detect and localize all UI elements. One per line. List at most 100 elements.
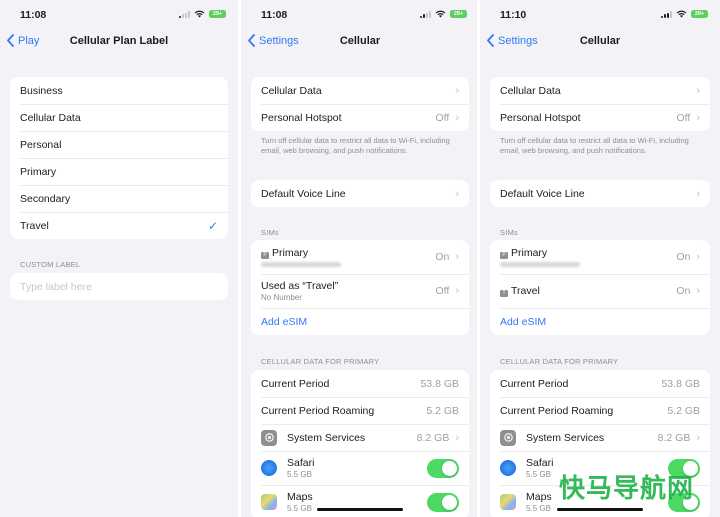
home-indicator[interactable]: [317, 508, 403, 511]
sim-status: On: [676, 251, 691, 263]
back-label: Play: [18, 34, 40, 47]
maps-icon: [500, 494, 516, 510]
chevron-right-icon: ›: [455, 187, 459, 200]
row-label: Cellular Data: [261, 84, 322, 97]
sim-status: On: [435, 251, 450, 263]
row-label: Default Voice Line: [261, 187, 346, 200]
sim-status: On: [676, 285, 691, 297]
current-period-roaming-row: Current Period Roaming 5.2 GB: [251, 397, 469, 424]
system-services-row[interactable]: System Services 8.2 GB ›: [490, 424, 710, 451]
label-option-travel[interactable]: Travel ✓: [10, 212, 228, 239]
cellular-data-row[interactable]: Cellular Data ›: [251, 77, 469, 104]
status-time: 11:08: [20, 9, 47, 21]
row-label: Current Period Roaming: [500, 404, 614, 417]
current-period-roaming-row: Current Period Roaming 5.2 GB: [490, 397, 710, 424]
cellular-top-group: Cellular Data › Personal Hotspot Off ›: [490, 77, 710, 131]
add-esim-button[interactable]: Add eSIM: [490, 308, 710, 335]
add-esim-button[interactable]: Add eSIM: [251, 308, 469, 335]
add-esim-label: Add eSIM: [261, 315, 308, 328]
system-services-row[interactable]: System Services 8.2 GB ›: [251, 424, 469, 451]
cellular-top-group: Cellular Data › Personal Hotspot Off ›: [251, 77, 469, 131]
app-name: Maps: [526, 491, 552, 503]
custom-label-input[interactable]: Type label here: [10, 273, 228, 300]
watermark: 快马导航网: [558, 474, 694, 504]
chevron-right-icon: ›: [696, 431, 700, 444]
default-voice-line-row[interactable]: Default Voice Line ›: [490, 180, 710, 207]
label-option-secondary[interactable]: Secondary: [10, 185, 228, 212]
sims-header: SIMs: [261, 228, 279, 237]
label-option-text: Primary: [20, 165, 57, 178]
status-bar: 11:08 29+: [0, 0, 238, 30]
sim-label: Primary: [272, 247, 309, 259]
chevron-right-icon: ›: [455, 84, 459, 97]
home-indicator[interactable]: [557, 508, 643, 511]
chevron-right-icon: ›: [696, 111, 700, 124]
row-label: Personal Hotspot: [500, 111, 581, 124]
row-value: Off: [676, 111, 691, 124]
chevron-right-icon: ›: [455, 251, 459, 263]
safari-cellular-toggle[interactable]: [427, 458, 459, 478]
chevron-left-icon: [487, 34, 494, 47]
status-bar: 11:10 29+: [480, 0, 720, 30]
chevron-right-icon: ›: [696, 251, 700, 263]
cellular-data-header: CELLULAR DATA FOR PRIMARY: [261, 357, 380, 366]
row-label: Personal Hotspot: [261, 111, 342, 124]
row-label: Current Period Roaming: [261, 404, 375, 417]
sim-label: Primary: [511, 247, 548, 259]
row-value: 53.8 GB: [661, 377, 700, 390]
label-option-personal[interactable]: Personal: [10, 131, 228, 158]
app-usage: 5.5 GB: [287, 470, 312, 479]
nav-bar: Play Cellular Plan Label: [0, 32, 238, 52]
chevron-right-icon: ›: [455, 285, 459, 297]
screen-cellular-before: 11:08 29+ Settings Cellular Cellular Dat…: [241, 0, 479, 517]
back-button[interactable]: Settings: [247, 34, 299, 47]
default-voice-line-row[interactable]: Default Voice Line ›: [251, 180, 469, 207]
chevron-right-icon: ›: [696, 84, 700, 97]
sim-row-travel[interactable]: Used as “Travel” No Number Off ›: [251, 274, 469, 308]
sim-row-travel[interactable]: T Travel On ›: [490, 274, 710, 308]
back-button[interactable]: Play: [6, 34, 39, 47]
battery-icon: 29+: [209, 10, 226, 18]
sim-status: Off: [435, 285, 450, 297]
label-option-text: Personal: [20, 138, 62, 151]
app-name: Safari: [526, 457, 554, 469]
cellular-data-header: CELLULAR DATA FOR PRIMARY: [500, 357, 619, 366]
app-usage: 5.5 GB: [526, 504, 551, 513]
custom-label-header: CUSTOM LABEL: [20, 260, 81, 269]
label-option-cellular-data[interactable]: Cellular Data: [10, 104, 228, 131]
personal-hotspot-row[interactable]: Personal Hotspot Off ›: [251, 104, 469, 131]
app-row-safari: Safari 5.5 GB: [251, 451, 469, 485]
status-time: 11:08: [261, 9, 288, 21]
battery-icon: 29+: [691, 10, 708, 18]
chevron-right-icon: ›: [696, 187, 700, 200]
row-label: Current Period: [261, 377, 330, 390]
row-value: 53.8 GB: [420, 377, 459, 390]
label-option-primary[interactable]: Primary: [10, 158, 228, 185]
row-label: Current Period: [500, 377, 569, 390]
redacted-phone-number: [500, 262, 580, 267]
screen-cellular-after: 11:10 29+ Settings Cellular Cellular Dat…: [480, 0, 720, 517]
checkmark-icon: ✓: [207, 218, 218, 233]
sim-badge-icon: P: [261, 252, 269, 259]
sim-badge-icon: P: [500, 252, 508, 259]
chevron-right-icon: ›: [455, 431, 459, 444]
row-label: System Services: [526, 431, 605, 444]
voice-line-group: Default Voice Line ›: [251, 180, 469, 207]
safari-icon: [500, 460, 516, 476]
signal-icon: [420, 10, 431, 18]
row-value: Off: [435, 111, 450, 124]
sims-group: P Primary On › T Travel On › Add eSIM: [490, 240, 710, 335]
personal-hotspot-row[interactable]: Personal Hotspot Off ›: [490, 104, 710, 131]
sim-row-primary[interactable]: P Primary On ›: [251, 240, 469, 274]
sims-group: P Primary On › Used as “Travel” No Number O…: [251, 240, 469, 335]
cellular-data-row[interactable]: Cellular Data ›: [490, 77, 710, 104]
back-button[interactable]: Settings: [486, 34, 538, 47]
label-option-text: Cellular Data: [20, 111, 81, 124]
app-usage: 5.5 GB: [526, 470, 551, 479]
current-period-row: Current Period 53.8 GB: [490, 370, 710, 397]
label-option-business[interactable]: Business: [10, 77, 228, 104]
sim-row-primary[interactable]: P Primary On ›: [490, 240, 710, 274]
current-period-row: Current Period 53.8 GB: [251, 370, 469, 397]
voice-line-group: Default Voice Line ›: [490, 180, 710, 207]
maps-cellular-toggle[interactable]: [427, 492, 459, 512]
